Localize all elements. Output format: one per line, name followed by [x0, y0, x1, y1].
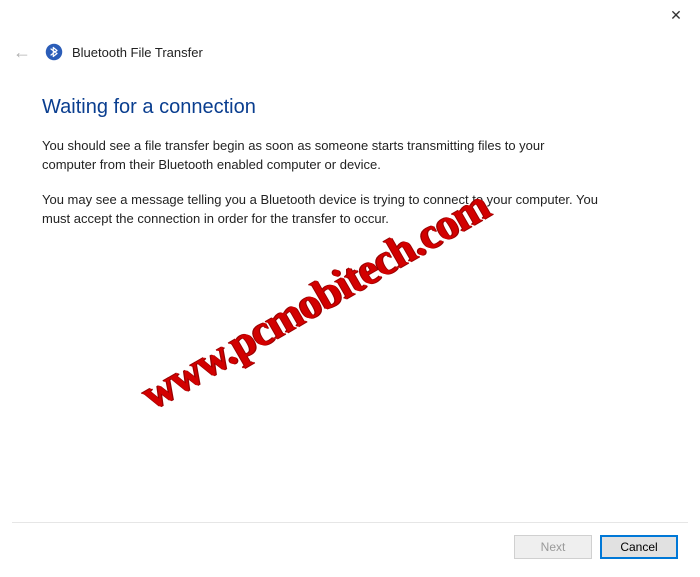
wizard-content: Waiting for a connection You should see … [0, 66, 700, 228]
instruction-paragraph-1: You should see a file transfer begin as … [42, 137, 602, 175]
next-button: Next [514, 535, 592, 559]
window-titlebar: ✕ [0, 0, 700, 30]
wizard-header: ← Bluetooth File Transfer [0, 30, 700, 66]
back-button[interactable]: ← [8, 38, 36, 66]
footer-divider [12, 522, 688, 523]
wizard-title: Bluetooth File Transfer [72, 45, 203, 60]
instruction-paragraph-2: You may see a message telling you a Blue… [42, 191, 602, 229]
back-arrow-icon: ← [13, 42, 31, 63]
cancel-button[interactable]: Cancel [600, 535, 678, 559]
bluetooth-icon [44, 42, 64, 62]
wizard-button-bar: Next Cancel [514, 535, 678, 559]
page-heading: Waiting for a connection [42, 96, 658, 119]
close-button[interactable]: ✕ [664, 3, 688, 27]
